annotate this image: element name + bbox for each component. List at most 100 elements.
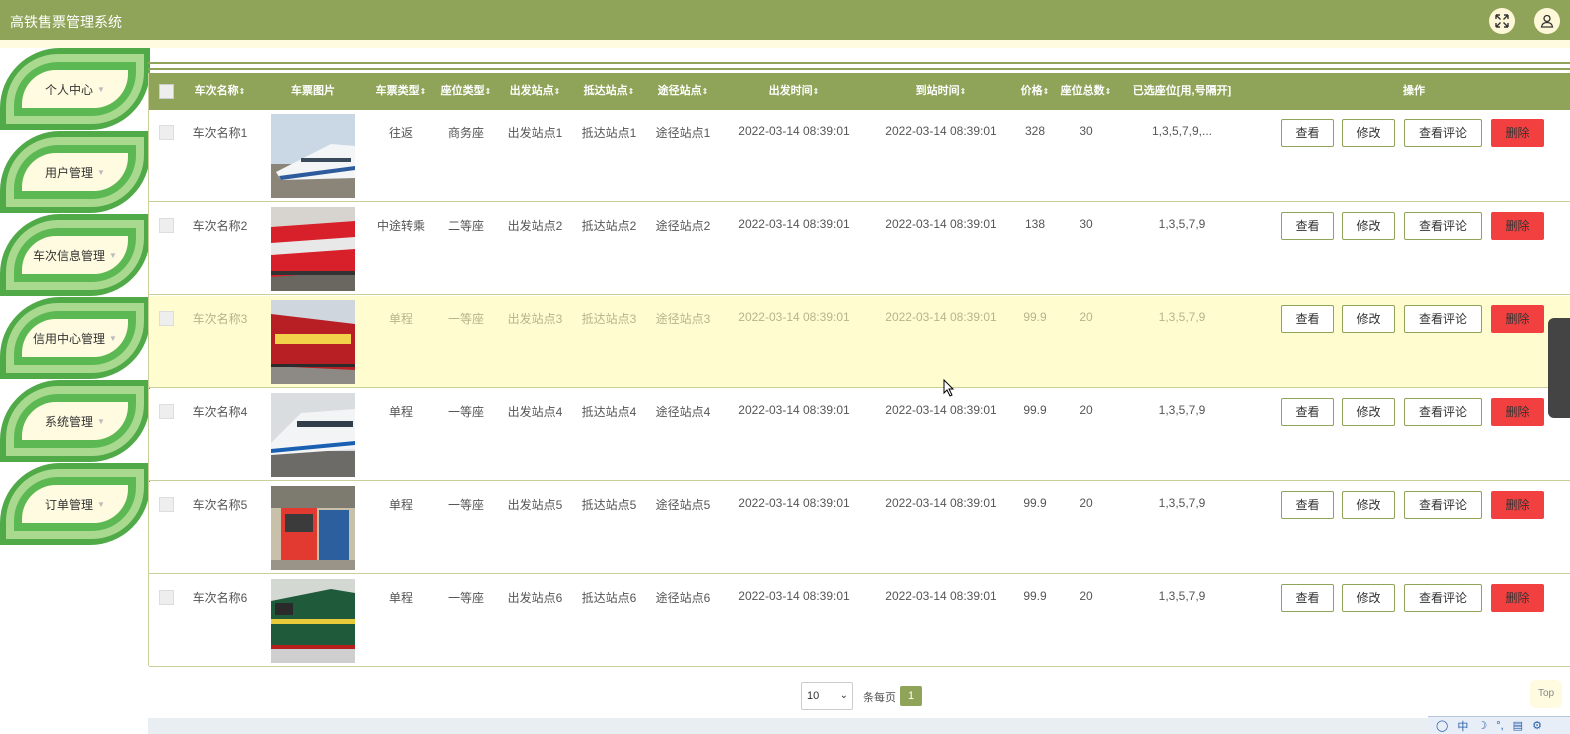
- sidebar-item-train-info[interactable]: 车次信息管理 ▼: [0, 214, 150, 296]
- edit-button[interactable]: 修改: [1342, 119, 1395, 147]
- cell-seats-total: 30: [1079, 124, 1093, 138]
- row-checkbox[interactable]: [159, 218, 174, 233]
- delete-button[interactable]: 删除: [1491, 584, 1544, 612]
- cell-price: 99.9: [1023, 310, 1047, 324]
- view-button[interactable]: 查看: [1281, 212, 1334, 240]
- row-checkbox[interactable]: [159, 590, 174, 605]
- delete-button[interactable]: 删除: [1491, 491, 1544, 519]
- cell-name: 车次名称4: [192, 405, 248, 419]
- view-reviews-button[interactable]: 查看评论: [1404, 584, 1482, 612]
- header-strip: [0, 40, 1570, 48]
- sidebar-item-system-management[interactable]: 系统管理 ▼: [0, 380, 150, 462]
- select-all-checkbox[interactable]: [159, 84, 174, 99]
- col-header-arrive[interactable]: 抵达站点⇕: [576, 73, 642, 110]
- main-content: 车次名称⇕ 车票图片 车票类型⇕ 座位类型⇕ 出发站点⇕ 抵达站点⇕ 途径站点⇕…: [148, 48, 1570, 734]
- edit-button[interactable]: 修改: [1342, 491, 1395, 519]
- cell-depart-time: 2022-03-14 08:39:01: [738, 589, 850, 603]
- cell-price: 138: [1024, 217, 1046, 231]
- sidebar-item-personal-center[interactable]: 个人中心 ▼: [0, 48, 150, 130]
- cell-selected-seats: 1,3,5,7,9,...: [1151, 124, 1213, 138]
- cell-arrive: 抵达站点4: [581, 405, 637, 419]
- view-button[interactable]: 查看: [1281, 584, 1334, 612]
- cell-selected-seats: 1,3,5,7,9: [1158, 403, 1206, 417]
- table-row: 车次名称6 单程 一等座 出发站点6 抵达站点6 途径站点6 2022-03-1…: [149, 575, 1570, 667]
- cell-name: 车次名称5: [192, 498, 248, 512]
- cell-seats-total: 20: [1079, 589, 1093, 603]
- col-header-selected-seats: 已选座位[用,号隔开]: [1132, 85, 1232, 97]
- cell-depart: 出发站点4: [507, 405, 563, 419]
- sidebar-item-label: 个人中心: [45, 82, 94, 97]
- cell-selected-seats: 1,3,5,7,9: [1158, 217, 1206, 231]
- cell-selected-seats: 1,3,5,7,9: [1158, 589, 1206, 603]
- fullscreen-button[interactable]: [1489, 8, 1515, 34]
- side-drawer-tab[interactable]: [1548, 318, 1570, 418]
- sort-icon: ⇕: [1104, 87, 1112, 96]
- cell-ticket-type: 单程: [388, 498, 413, 512]
- view-button[interactable]: 查看: [1281, 491, 1334, 519]
- col-header-ticket-type[interactable]: 车票类型⇕: [370, 73, 432, 110]
- top-header: 高铁售票管理系统: [0, 0, 1570, 40]
- sort-icon: ⇕: [959, 87, 967, 96]
- cell-via: 途径站点4: [655, 405, 711, 419]
- sidebar-item-order-management[interactable]: 订单管理 ▼: [0, 463, 150, 545]
- cell-arrive: 抵达站点5: [581, 498, 637, 512]
- bottom-scrollbar[interactable]: [148, 718, 1570, 734]
- col-header-depart[interactable]: 出发站点⇕: [502, 73, 568, 110]
- per-page-label: 条每页: [863, 692, 896, 704]
- sidebar-item-user-management[interactable]: 用户管理 ▼: [0, 131, 150, 213]
- user-menu-button[interactable]: [1534, 8, 1560, 34]
- cell-seat-type: 一等座: [447, 312, 484, 326]
- view-reviews-button[interactable]: 查看评论: [1404, 491, 1482, 519]
- sidebar-item-credit-center[interactable]: 信用中心管理 ▼: [0, 297, 150, 379]
- cell-price: 99.9: [1023, 496, 1047, 510]
- view-reviews-button[interactable]: 查看评论: [1404, 119, 1482, 147]
- edit-button[interactable]: 修改: [1342, 398, 1395, 426]
- settings-icon: ⚙: [1532, 720, 1542, 732]
- view-reviews-button[interactable]: 查看评论: [1404, 398, 1482, 426]
- view-button[interactable]: 查看: [1281, 305, 1334, 333]
- cell-arrive-time: 2022-03-14 08:39:01: [885, 496, 997, 510]
- table-header: 车次名称⇕ 车票图片 车票类型⇕ 座位类型⇕ 出发站点⇕ 抵达站点⇕ 途径站点⇕…: [149, 73, 1570, 110]
- row-checkbox[interactable]: [159, 404, 174, 419]
- cell-seats-total: 30: [1079, 217, 1093, 231]
- col-header-name[interactable]: 车次名称⇕: [185, 73, 255, 110]
- view-reviews-button[interactable]: 查看评论: [1404, 305, 1482, 333]
- cell-depart: 出发站点1: [507, 126, 563, 140]
- cell-seats-total: 20: [1079, 496, 1093, 510]
- view-button[interactable]: 查看: [1281, 119, 1334, 147]
- edit-button[interactable]: 修改: [1342, 212, 1395, 240]
- cell-seat-type: 一等座: [447, 591, 484, 605]
- delete-button[interactable]: 删除: [1491, 305, 1544, 333]
- row-checkbox[interactable]: [159, 311, 174, 326]
- page-size-select[interactable]: 10 ⌄: [801, 682, 853, 710]
- edit-button[interactable]: 修改: [1342, 305, 1395, 333]
- cell-name: 车次名称2: [192, 219, 248, 233]
- delete-button[interactable]: 删除: [1491, 119, 1544, 147]
- page-number-button[interactable]: 1: [900, 686, 922, 706]
- col-header-seats-total[interactable]: 座位总数⇕: [1057, 73, 1115, 110]
- col-header-price[interactable]: 价格⇕: [1015, 73, 1055, 110]
- view-button[interactable]: 查看: [1281, 398, 1334, 426]
- col-header-via[interactable]: 途径站点⇕: [650, 73, 716, 110]
- back-to-top-button[interactable]: Top: [1530, 680, 1562, 708]
- mouse-cursor-icon: [943, 379, 955, 397]
- edit-button[interactable]: 修改: [1342, 584, 1395, 612]
- ime-logo-icon: ◯: [1436, 720, 1449, 732]
- cell-seat-type: 二等座: [447, 219, 484, 233]
- row-checkbox[interactable]: [159, 125, 174, 140]
- cell-via: 途径站点1: [655, 126, 711, 140]
- delete-button[interactable]: 删除: [1491, 398, 1544, 426]
- keyboard-icon: ▤: [1512, 720, 1524, 732]
- col-header-arrive-time[interactable]: 到站时间⇕: [876, 73, 1006, 110]
- cell-ticket-type: 中途转乘: [376, 219, 425, 233]
- sort-icon: ⇕: [1042, 87, 1050, 96]
- delete-button[interactable]: 删除: [1491, 212, 1544, 240]
- row-checkbox[interactable]: [159, 497, 174, 512]
- col-header-seat-type[interactable]: 座位类型⇕: [435, 73, 497, 110]
- col-header-depart-time[interactable]: 出发时间⇕: [729, 73, 859, 110]
- table-row: 车次名称3 单程 一等座 出发站点3 抵达站点3 途径站点3 2022-03-1…: [149, 296, 1570, 388]
- ticket-image: [271, 579, 355, 663]
- table-row: 车次名称1 往返 商务座 出发站点1 抵达站点1 途径站点1 2022-03-1…: [149, 110, 1570, 202]
- view-reviews-button[interactable]: 查看评论: [1404, 212, 1482, 240]
- ime-language[interactable]: 中: [1457, 718, 1468, 734]
